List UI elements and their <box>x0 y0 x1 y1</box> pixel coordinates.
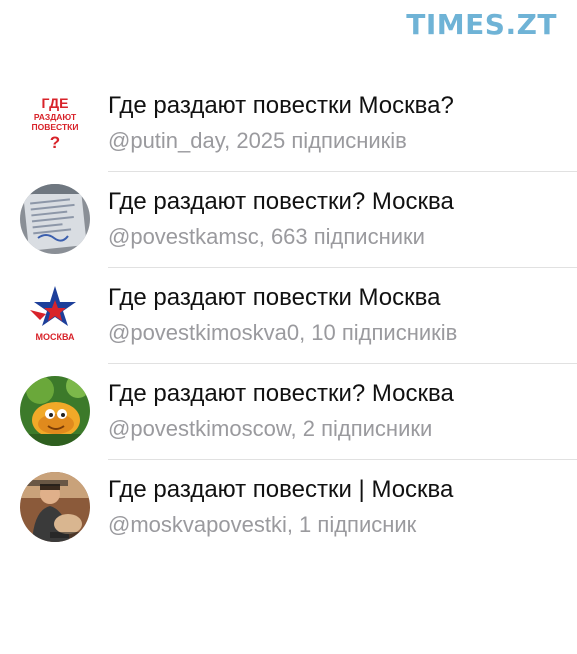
channel-subtitle: @povestkamsc, 663 підписники <box>108 224 425 249</box>
avatar-caption: МОСКВА <box>35 332 75 342</box>
document-photo-icon <box>20 184 90 254</box>
avatar-line-4: ? <box>50 133 60 152</box>
avatar-line-2: РАЗДАЮТ <box>34 112 77 122</box>
star-logo-icon: МОСКВА <box>20 280 90 350</box>
text-logo-icon: ГДЕ РАЗДАЮТ ПОВЕСТКИ ? <box>20 88 90 158</box>
avatar: ГДЕ РАЗДАЮТ ПОВЕСТКИ ? <box>20 88 90 158</box>
channel-row-putin-day[interactable]: ГДЕ РАЗДАЮТ ПОВЕСТКИ ? Где раздают повес… <box>0 76 577 172</box>
cartoon-character-icon <box>20 376 90 446</box>
avatar <box>20 376 90 446</box>
channel-list: ГДЕ РАЗДАЮТ ПОВЕСТКИ ? Где раздают повес… <box>0 76 577 556</box>
channel-subtitle: @povestkimoskva0, 10 підписників <box>108 320 458 345</box>
person-photo-icon <box>20 472 90 542</box>
avatar <box>20 472 90 542</box>
channel-row-moskvapovestki[interactable]: Где раздают повестки | Москва @moskvapov… <box>0 460 577 556</box>
avatar <box>20 184 90 254</box>
channel-title: Где раздают повестки Москва? <box>108 92 454 119</box>
channel-subtitle: @putin_day, 2025 підписників <box>108 128 407 153</box>
channel-subtitle: @povestkimoscow, 2 підписники <box>108 416 433 441</box>
channel-title: Где раздают повестки? Москва <box>108 188 454 215</box>
watermark-logo: TIMES.ZT <box>406 8 557 41</box>
avatar-line-1: ГДЕ <box>42 95 69 111</box>
channel-subtitle: @moskvapovestki, 1 підписник <box>108 512 417 537</box>
channel-row-povestkamsc[interactable]: Где раздают повестки? Москва @povestkams… <box>0 172 577 268</box>
channel-title: Где раздают повестки? Москва <box>108 380 454 407</box>
channel-row-povestkimoscow[interactable]: Где раздают повестки? Москва @povestkimo… <box>0 364 577 460</box>
channel-search-results: TIMES.ZT ГДЕ РАЗДАЮТ ПОВЕСТКИ ? Где разд… <box>0 0 577 654</box>
channel-title: Где раздают повестки Москва <box>108 284 441 311</box>
avatar: МОСКВА <box>20 280 90 350</box>
avatar-line-3: ПОВЕСТКИ <box>32 122 79 132</box>
channel-title: Где раздают повестки | Москва <box>108 476 454 503</box>
channel-row-povestkimoskva0[interactable]: МОСКВА Где раздают повестки Москва @pove… <box>0 268 577 364</box>
